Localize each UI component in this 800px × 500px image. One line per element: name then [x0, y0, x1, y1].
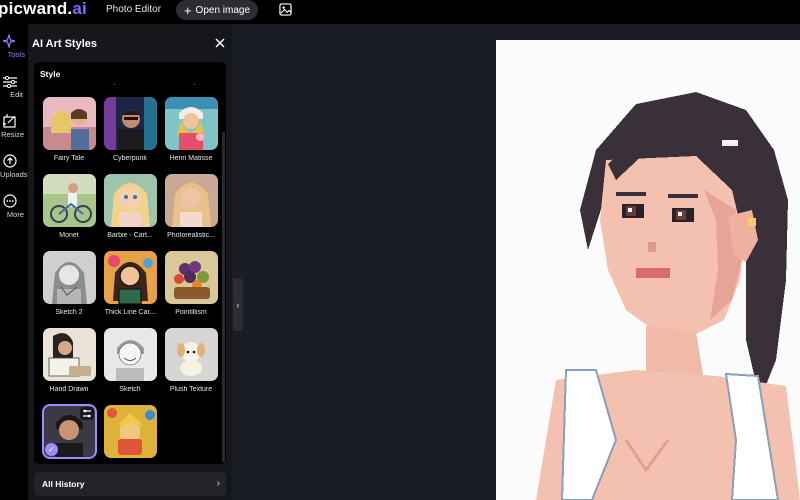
style-thumb-sketch-2[interactable] [43, 251, 96, 304]
rail-label-more: More [6, 210, 24, 219]
style-label-barbie-cartoon: Barbie - Cart... [107, 232, 153, 239]
image-icon[interactable] [279, 3, 292, 16]
style-label-sketch-2: Sketch 2 [55, 309, 83, 316]
rail-item-tools[interactable]: Tools [0, 34, 28, 59]
check-icon: ✓ [45, 443, 58, 456]
rail-label-resize: Resize [1, 130, 24, 139]
style-grid: Style · · Fairy Tale Cyberpunk Henri Mat… [34, 62, 226, 464]
style-label-sketch: Sketch [119, 386, 141, 393]
all-history-label: All History [42, 479, 85, 489]
logo[interactable]: picwand.ai [0, 0, 87, 19]
scroll-hint-dot: · [193, 80, 196, 89]
style-thumb-toy[interactable] [104, 405, 157, 458]
style-thumb-hand-drawn[interactable] [43, 328, 96, 381]
all-history-row[interactable]: All History › [34, 472, 226, 496]
style-thumb-photorealistic[interactable] [165, 174, 218, 227]
logo-text: picwand [0, 0, 68, 18]
style-thumb-barbie-cartoon[interactable] [104, 174, 157, 227]
scrollbar[interactable] [222, 132, 225, 462]
style-thumb-henri-matisse[interactable] [165, 97, 218, 150]
style-thumb-custom-selected[interactable]: ✓ [42, 404, 97, 459]
panel-title: AI Art Styles [32, 38, 98, 50]
adjust-icon[interactable] [80, 407, 94, 420]
open-image-label: Open image [195, 4, 251, 16]
style-thumb-cyberpunk[interactable] [104, 97, 157, 150]
collapse-panel-button[interactable]: ‹ [233, 278, 243, 331]
style-label-pointillism: Pointillism [175, 309, 207, 316]
style-label-thick-line-cartoon: Thick Line Car... [104, 309, 156, 316]
style-label-hand-drawn: Hand Drawn [49, 386, 89, 393]
more-icon [3, 194, 17, 208]
image-canvas[interactable] [496, 40, 800, 500]
pixel-art-portrait [496, 40, 800, 500]
open-image-button[interactable]: + Open image [176, 0, 258, 20]
rail-item-more[interactable]: More [0, 194, 28, 219]
style-label-photorealistic: Photorealistic... [167, 232, 215, 239]
style-label-plush-texture: Plush Texture [169, 386, 213, 393]
style-thumb-thick-line-cartoon[interactable] [104, 251, 157, 304]
resize-icon [3, 114, 16, 128]
scroll-hint-dot: · [113, 80, 116, 89]
rail-label-edit: Edit [10, 90, 23, 99]
close-icon[interactable] [215, 38, 225, 48]
style-thumb-pointillism[interactable] [165, 251, 218, 304]
style-thumb-fairy-tale[interactable] [43, 97, 96, 150]
rail-item-resize[interactable]: Resize [0, 114, 28, 139]
style-label-fairy-tale: Fairy Tale [53, 155, 85, 162]
rail-label-tools: Tools [7, 50, 25, 59]
plus-icon: + [183, 2, 192, 18]
rail-item-edit[interactable]: Edit [0, 76, 28, 99]
sliders-icon [3, 76, 17, 88]
photo-editor-link[interactable]: Photo Editor [106, 4, 161, 15]
upload-icon [3, 154, 17, 168]
style-thumb-monet[interactable] [43, 174, 96, 227]
rail-item-uploads[interactable]: Uploads [0, 154, 28, 179]
rail-label-uploads: Uploads [0, 170, 28, 179]
ai-art-styles-panel: AI Art Styles Style · · Fairy Tale Cyber… [28, 24, 232, 500]
left-rail: Tools Edit Resize Uploads More [0, 24, 28, 500]
style-label-monet: Monet [59, 232, 79, 239]
style-thumb-sketch[interactable] [104, 328, 157, 381]
style-label-henri-matisse: Henri Matisse [169, 155, 213, 162]
top-bar: picwand.ai Photo Editor + Open image [0, 0, 800, 24]
style-label-cyberpunk: Cyberpunk [113, 155, 147, 162]
style-thumb-plush-texture[interactable] [165, 328, 218, 381]
chevron-right-icon: › [216, 478, 220, 489]
style-section-label: Style [40, 69, 61, 79]
logo-ai: ai [72, 0, 87, 18]
sparkle-icon [2, 34, 16, 48]
